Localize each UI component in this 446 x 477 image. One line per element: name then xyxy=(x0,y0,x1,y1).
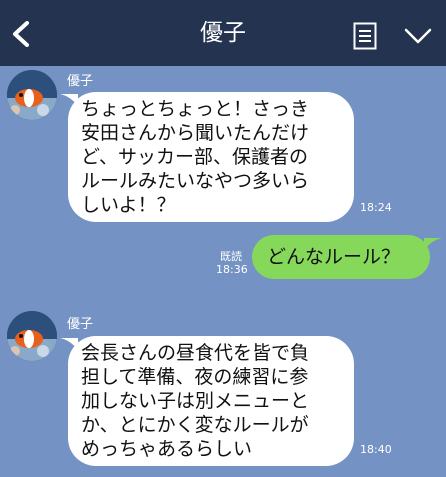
message-text: 会長さんの昼食代を皆で負 担して準備、夜の練習に参 加しない子は別メニューと か… xyxy=(81,342,310,460)
chat-header: 優子 xyxy=(0,0,446,66)
message-bubble[interactable]: どんなルール？ xyxy=(252,235,430,279)
chat-title: 優子 xyxy=(200,20,246,46)
message-text: どんなルール？ xyxy=(267,246,401,268)
sender-name: 優子 xyxy=(67,74,94,89)
message-bubble[interactable]: 会長さんの昼食代を皆で負 担して準備、夜の練習に参 加しない子は別メニューと か… xyxy=(68,336,354,466)
avatar[interactable] xyxy=(7,311,57,361)
message-time: 18:40 xyxy=(360,443,392,456)
avatar[interactable] xyxy=(7,70,57,120)
message-time: 18:24 xyxy=(360,201,392,214)
message-text: ちょっとちょっと！さっき 安田さんから聞いたんだけ ど、サッカー部、保護者の ル… xyxy=(81,98,310,216)
memo-list-icon[interactable] xyxy=(353,22,377,50)
chevron-down-icon[interactable] xyxy=(404,28,432,44)
read-status: 既読 xyxy=(220,250,242,263)
bubble-tail xyxy=(424,238,442,250)
message-time: 18:36 xyxy=(216,263,248,276)
sender-name: 優子 xyxy=(67,317,94,332)
message-bubble[interactable]: ちょっとちょっと！さっき 安田さんから聞いたんだけ ど、サッカー部、保護者の ル… xyxy=(68,92,354,222)
